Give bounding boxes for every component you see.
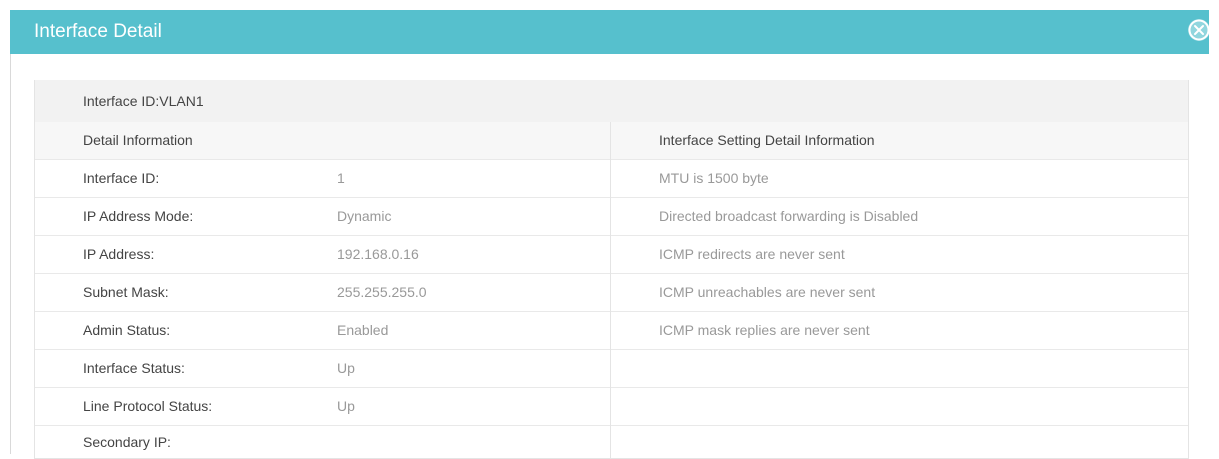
- detail-value: Enabled: [337, 322, 389, 338]
- detail-row: Secondary IP:: [35, 426, 610, 458]
- detail-value: Up: [337, 398, 355, 414]
- detail-label: Admin Status:: [83, 322, 171, 338]
- detail-label: Line Protocol Status:: [83, 398, 213, 414]
- detail-value: 192.168.0.16: [337, 246, 419, 262]
- detail-value: Up: [337, 360, 355, 376]
- setting-row: ICMP mask replies are never sent: [611, 312, 1188, 350]
- dialog-border: [10, 54, 11, 454]
- setting-row: Directed broadcast forwarding is Disable…: [611, 198, 1188, 236]
- detail-row: Interface Status: Up: [35, 350, 610, 388]
- setting-value: ICMP redirects are never sent: [659, 246, 845, 262]
- dialog-title: Interface Detail: [34, 21, 162, 42]
- close-circle-icon: [1188, 19, 1210, 41]
- dialog-header: Interface Detail: [10, 10, 1209, 54]
- detail-value: 1: [337, 170, 345, 186]
- detail-label: Interface Status:: [83, 360, 185, 376]
- detail-label: Interface ID:: [83, 170, 160, 186]
- close-button[interactable]: [1187, 18, 1211, 42]
- setting-row: [611, 350, 1188, 388]
- detail-label: IP Address:: [83, 246, 155, 262]
- detail-label: Subnet Mask:: [83, 284, 169, 300]
- interface-detail-panel: Interface ID:VLAN1 Detail Information In…: [34, 80, 1189, 459]
- interface-id-title: Interface ID:VLAN1: [35, 80, 1188, 122]
- setting-row: [611, 388, 1188, 426]
- interface-setting-column: Interface Setting Detail Information MTU…: [611, 122, 1188, 458]
- detail-value: 255.255.255.0: [337, 284, 427, 300]
- setting-value: Directed broadcast forwarding is Disable…: [659, 208, 919, 224]
- detail-row: Line Protocol Status: Up: [35, 388, 610, 426]
- interface-setting-heading: Interface Setting Detail Information: [611, 122, 1188, 160]
- setting-value: ICMP unreachables are never sent: [659, 284, 876, 300]
- detail-row: IP Address: 192.168.0.16: [35, 236, 610, 274]
- detail-row: Admin Status: Enabled: [35, 312, 610, 350]
- detail-row: Subnet Mask: 255.255.255.0: [35, 274, 610, 312]
- setting-value: ICMP mask replies are never sent: [659, 322, 870, 338]
- setting-row: MTU is 1500 byte: [611, 160, 1188, 198]
- setting-row: ICMP redirects are never sent: [611, 236, 1188, 274]
- setting-row: ICMP unreachables are never sent: [611, 274, 1188, 312]
- detail-row: IP Address Mode: Dynamic: [35, 198, 610, 236]
- detail-label: Secondary IP:: [83, 434, 171, 450]
- setting-row: [611, 426, 1188, 458]
- detail-row: Interface ID: 1: [35, 160, 610, 198]
- detail-label: IP Address Mode:: [83, 208, 194, 224]
- setting-value: MTU is 1500 byte: [659, 170, 769, 186]
- detail-value: Dynamic: [337, 208, 392, 224]
- detail-information-heading: Detail Information: [35, 122, 610, 160]
- detail-information-column: Detail Information Interface ID: 1 IP Ad…: [35, 122, 611, 458]
